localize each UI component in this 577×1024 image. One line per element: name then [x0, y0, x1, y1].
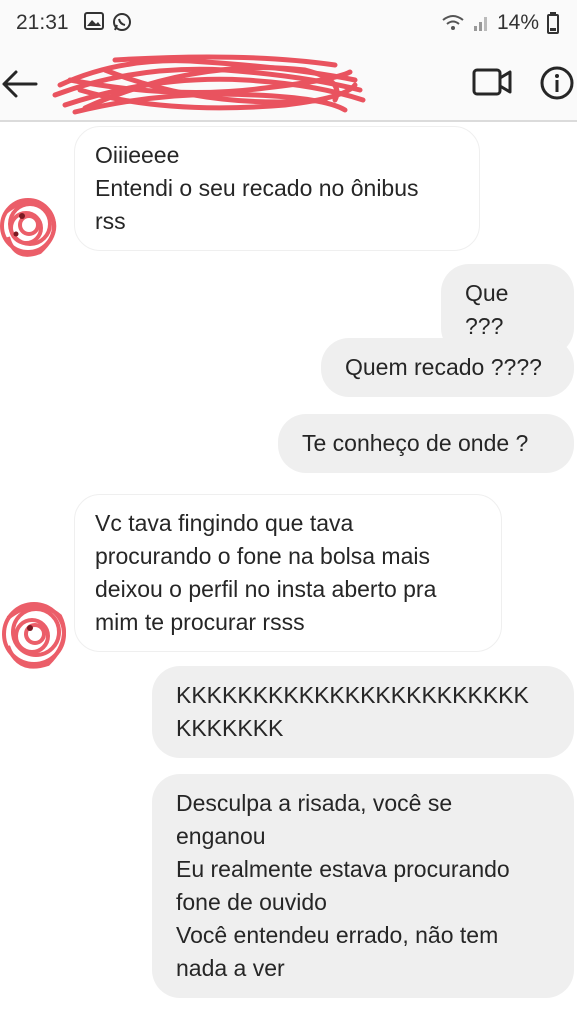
status-notification-icons [84, 12, 132, 32]
redacted-avatar [0, 198, 57, 257]
battery-percent: 14% [496, 11, 539, 34]
outgoing-message[interactable]: KKKKKKKKKKKKKKKKKKKKKKK KKKKKKK [152, 666, 574, 758]
wifi-icon [442, 15, 464, 30]
conversation-header [0, 50, 577, 122]
outgoing-message[interactable]: Te conheço de onde ? [278, 414, 574, 473]
signal-icon [473, 17, 487, 31]
video-call-icon [472, 68, 512, 96]
redacted-contact-name [52, 54, 366, 115]
video-call-button[interactable] [472, 67, 512, 102]
info-icon [540, 66, 574, 100]
arrow-left-icon [2, 70, 38, 98]
status-time: 21:31 [16, 11, 69, 34]
battery-icon [547, 12, 559, 34]
incoming-message[interactable]: Vc tava fingindo que tava procurando o f… [74, 494, 502, 652]
info-button[interactable] [540, 66, 574, 105]
outgoing-message[interactable]: Quem recado ???? [321, 338, 574, 397]
incoming-message[interactable]: Oiiieeee Entendi o seu recado no ônibus … [74, 126, 480, 251]
image-icon [84, 12, 104, 30]
redacted-avatar [2, 602, 66, 669]
back-button[interactable] [0, 64, 44, 104]
status-system-icons: 14% [441, 11, 559, 35]
whatsapp-icon [113, 13, 131, 31]
outgoing-message[interactable]: Desculpa a risada, você se enganou Eu re… [152, 774, 574, 998]
status-bar: 21:31 14% [0, 0, 577, 50]
